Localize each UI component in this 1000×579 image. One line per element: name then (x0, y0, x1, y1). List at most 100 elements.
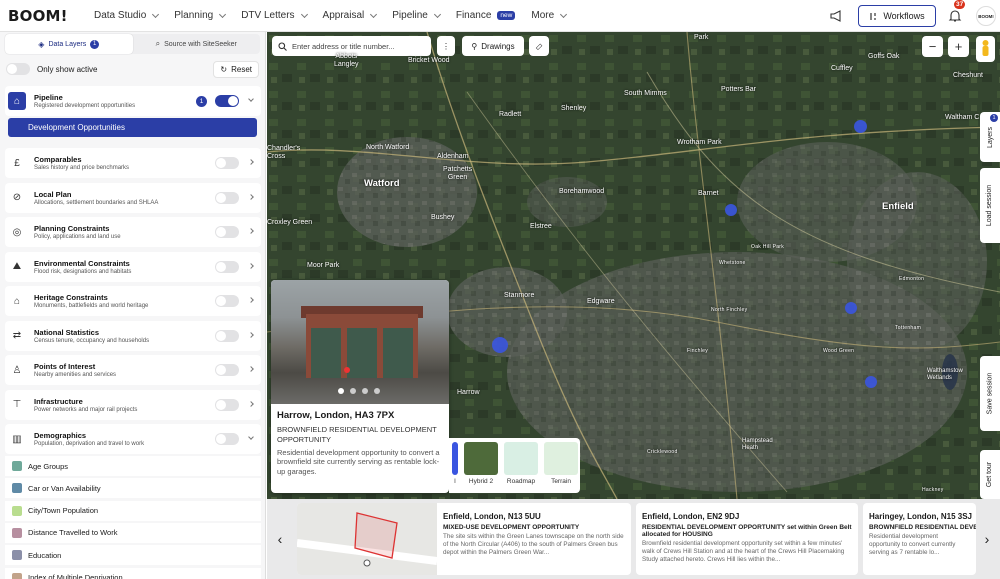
demographics-item[interactable]: Age Groups (5, 456, 261, 476)
map-label: Croxley Green (267, 219, 313, 226)
more-options-button[interactable]: ⋮ (437, 36, 455, 56)
nav-more[interactable]: More (531, 10, 568, 21)
street-view-pegman[interactable] (976, 36, 995, 62)
zoom-out-button[interactable]: − (922, 36, 943, 57)
card-description: Brownfield residential development oppor… (642, 540, 845, 564)
carousel-prev-button[interactable]: ‹ (267, 499, 293, 579)
opportunity-card[interactable]: Enfield, London, N13 5UU MIXED-USE DEVEL… (297, 503, 631, 575)
logo[interactable]: BOOM! (8, 7, 78, 25)
property-popup[interactable]: Harrow, London, HA3 7PX BROWNFIELD RESID… (271, 280, 449, 493)
layer-toggle[interactable] (215, 295, 239, 307)
nav-label: Planning (174, 10, 214, 21)
chevron-right-icon[interactable] (248, 193, 254, 200)
development-opportunities-item[interactable]: Development Opportunities (8, 118, 257, 137)
notifications-button[interactable]: 37 (948, 0, 966, 23)
pipeline-marker[interactable] (845, 302, 857, 314)
basemap-hybrid-2[interactable]: Hybrid 2 (464, 442, 498, 489)
pipeline-marker[interactable] (492, 337, 508, 353)
chevron-down-icon[interactable] (248, 96, 254, 102)
layer-toggle[interactable] (215, 260, 239, 273)
layer-toggle[interactable] (215, 364, 239, 376)
carousel-next-button[interactable]: › (974, 499, 1000, 579)
layer-local-plan[interactable]: ⊘ Local Plan Allocations, settlement bound… (5, 182, 261, 213)
site-plan-thumbnail (297, 503, 438, 575)
chevron-down-icon (152, 10, 160, 18)
only-active-toggle[interactable] (6, 63, 30, 75)
demographics-item[interactable]: City/Town Population (5, 500, 261, 521)
image-pager[interactable] (338, 388, 380, 394)
layer-environmental-constraints[interactable]: ⛰ Environmental Constraints Flood risk, de… (5, 251, 261, 282)
demographics-item[interactable]: Distance Travelled to Work (5, 522, 261, 543)
opportunity-card[interactable]: Haringey, London, N15 3SJ BROWNFIELD RES… (863, 503, 976, 575)
reset-button[interactable]: ↻ Reset (213, 60, 259, 78)
chevron-right-icon[interactable] (248, 331, 254, 338)
nav-planning[interactable]: Planning (174, 10, 227, 21)
chevron-down-icon[interactable] (248, 434, 254, 440)
layer-infrastructure[interactable]: ⊤ Infrastructure Power networks and major … (5, 389, 261, 420)
kebab-icon: ⋮ (442, 41, 450, 51)
pipeline-marker[interactable] (865, 376, 877, 388)
measure-button[interactable]: ▭ (529, 36, 549, 56)
search-input[interactable]: Enter address or title number... (292, 42, 395, 51)
layer-icon: ◎ (12, 226, 22, 238)
chevron-right-icon[interactable] (248, 400, 254, 407)
chevron-down-icon (219, 10, 227, 18)
basemap-terrain[interactable]: Terrain (544, 442, 578, 489)
layer-toggle[interactable] (215, 329, 239, 342)
layer-heritage-constraints[interactable]: ⌂ Heritage Constraints Monuments, battlefi… (5, 286, 261, 316)
chevron-right-icon[interactable] (248, 366, 254, 372)
layer-points-of-interest[interactable]: ♙ Points of Interest Nearby amenities and … (5, 355, 261, 385)
layer-toggle[interactable] (215, 157, 239, 169)
demographics-item[interactable]: Education (5, 545, 261, 566)
zoom-in-button[interactable]: + (948, 36, 969, 57)
pipeline-toggle[interactable] (215, 95, 239, 107)
basemap-option-partial[interactable]: l (452, 442, 458, 489)
bell-icon (948, 10, 962, 22)
opportunity-card[interactable]: Enfield, London, EN2 9DJ RESIDENTIAL DEV… (636, 503, 858, 575)
layer-toggle[interactable] (215, 226, 239, 238)
nav-pipeline[interactable]: Pipeline (392, 10, 441, 21)
layer-toggle[interactable] (215, 398, 239, 411)
chevron-right-icon[interactable] (248, 159, 254, 165)
side-tab-load-session[interactable]: Load session (980, 168, 1000, 243)
layer-planning-constraints[interactable]: ◎ Planning Constraints Policy, application… (5, 217, 261, 247)
layer-pipeline[interactable]: ⌂ Pipeline Registered development opportu… (5, 86, 261, 116)
pager-dot[interactable] (350, 388, 356, 394)
layer-toggle[interactable] (215, 433, 239, 445)
pager-dot[interactable] (338, 388, 344, 394)
tab-label: Data Layers (48, 40, 87, 48)
pipeline-marker[interactable] (725, 204, 737, 216)
pager-dot[interactable] (362, 388, 368, 394)
layer-toggle[interactable] (215, 191, 239, 204)
side-tab-save-session[interactable]: Save session (980, 356, 1000, 431)
demographics-item[interactable]: Car or Van Availability (5, 478, 261, 499)
map-label: Chandler's Cross (267, 145, 301, 160)
workflows-button[interactable]: Workflows (858, 5, 936, 27)
pager-dot[interactable] (374, 388, 380, 394)
tab-data-layers[interactable]: ◈ Data Layers 1 (5, 34, 133, 54)
side-tab-get-tour[interactable]: Get tour (980, 450, 1000, 499)
layer-national-statistics[interactable]: ⇄ National Statistics Census tenure, occup… (5, 320, 261, 351)
drawings-button[interactable]: ⚲ Drawings (462, 36, 524, 56)
pipeline-marker[interactable] (854, 120, 867, 133)
only-active-label: Only show active (37, 64, 98, 74)
basemap-picker: l Hybrid 2 Roadmap Terrain (449, 438, 580, 493)
street-view-image[interactable] (271, 280, 449, 404)
nav-finance[interactable]: Finance new (456, 10, 516, 21)
garage-door (311, 328, 341, 378)
layer-demographics[interactable]: ▥ Demographics Population, deprivation and… (5, 424, 261, 454)
nav-appraisal[interactable]: Appraisal (323, 10, 378, 21)
layer-comparables[interactable]: £ Comparables Sales history and price benc… (5, 148, 261, 178)
chevron-right-icon[interactable] (248, 297, 254, 303)
chevron-right-icon[interactable] (248, 262, 254, 269)
avatar[interactable]: BOOM! (976, 6, 996, 26)
tab-source-siteseeker[interactable]: ⌕ Source with SiteSeeker (133, 34, 261, 54)
nav-dtv-letters[interactable]: DTV Letters (241, 10, 308, 21)
layer-icon: ⌂ (13, 295, 21, 307)
megaphone-icon[interactable] (830, 10, 844, 22)
chevron-right-icon[interactable] (248, 228, 254, 234)
basemap-roadmap[interactable]: Roadmap (504, 442, 538, 489)
demographics-label: Distance Travelled to Work (28, 528, 118, 538)
demographics-item[interactable]: Index of Multiple Deprivation (5, 567, 261, 579)
nav-data-studio[interactable]: Data Studio (94, 10, 160, 21)
